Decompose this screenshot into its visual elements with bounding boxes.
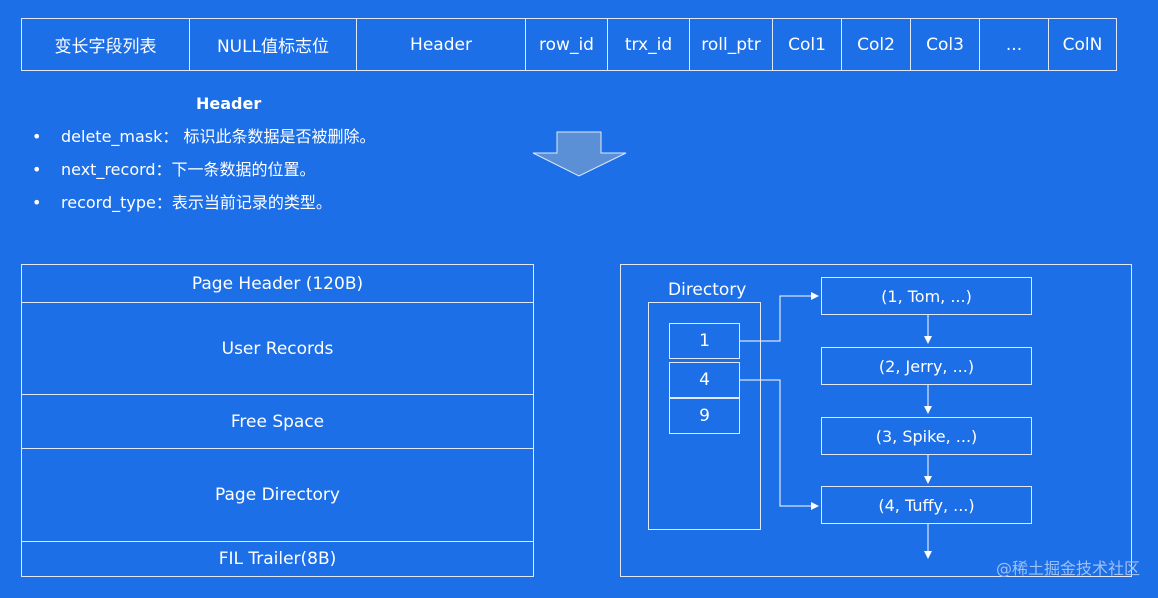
record-tuffy: (4, Tuffy, ...) <box>821 486 1032 524</box>
segment-fil-trailer: FIL Trailer(8B) <box>22 541 533 576</box>
segment-user-records: User Records <box>22 302 533 394</box>
down-arrow-icon <box>532 131 627 177</box>
record-tom: (1, Tom, ...) <box>821 277 1032 315</box>
segment-free-space: Free Space <box>22 394 533 448</box>
watermark: @稀土掘金技术社区 <box>995 559 1140 578</box>
directory-slot-9: 9 <box>669 398 740 434</box>
directory-slot-1: 1 <box>669 323 740 359</box>
segment-page-directory: Page Directory <box>22 448 533 541</box>
directory-label: Directory <box>668 280 747 300</box>
directory-slot-4: 4 <box>669 362 740 398</box>
record-jerry: (2, Jerry, ...) <box>821 347 1032 385</box>
record-spike: (3, Spike, ...) <box>821 417 1032 455</box>
segment-page-header: Page Header (120B) <box>191 273 364 294</box>
page-structure: Page Header (120B) User Records Free Spa… <box>21 264 534 577</box>
